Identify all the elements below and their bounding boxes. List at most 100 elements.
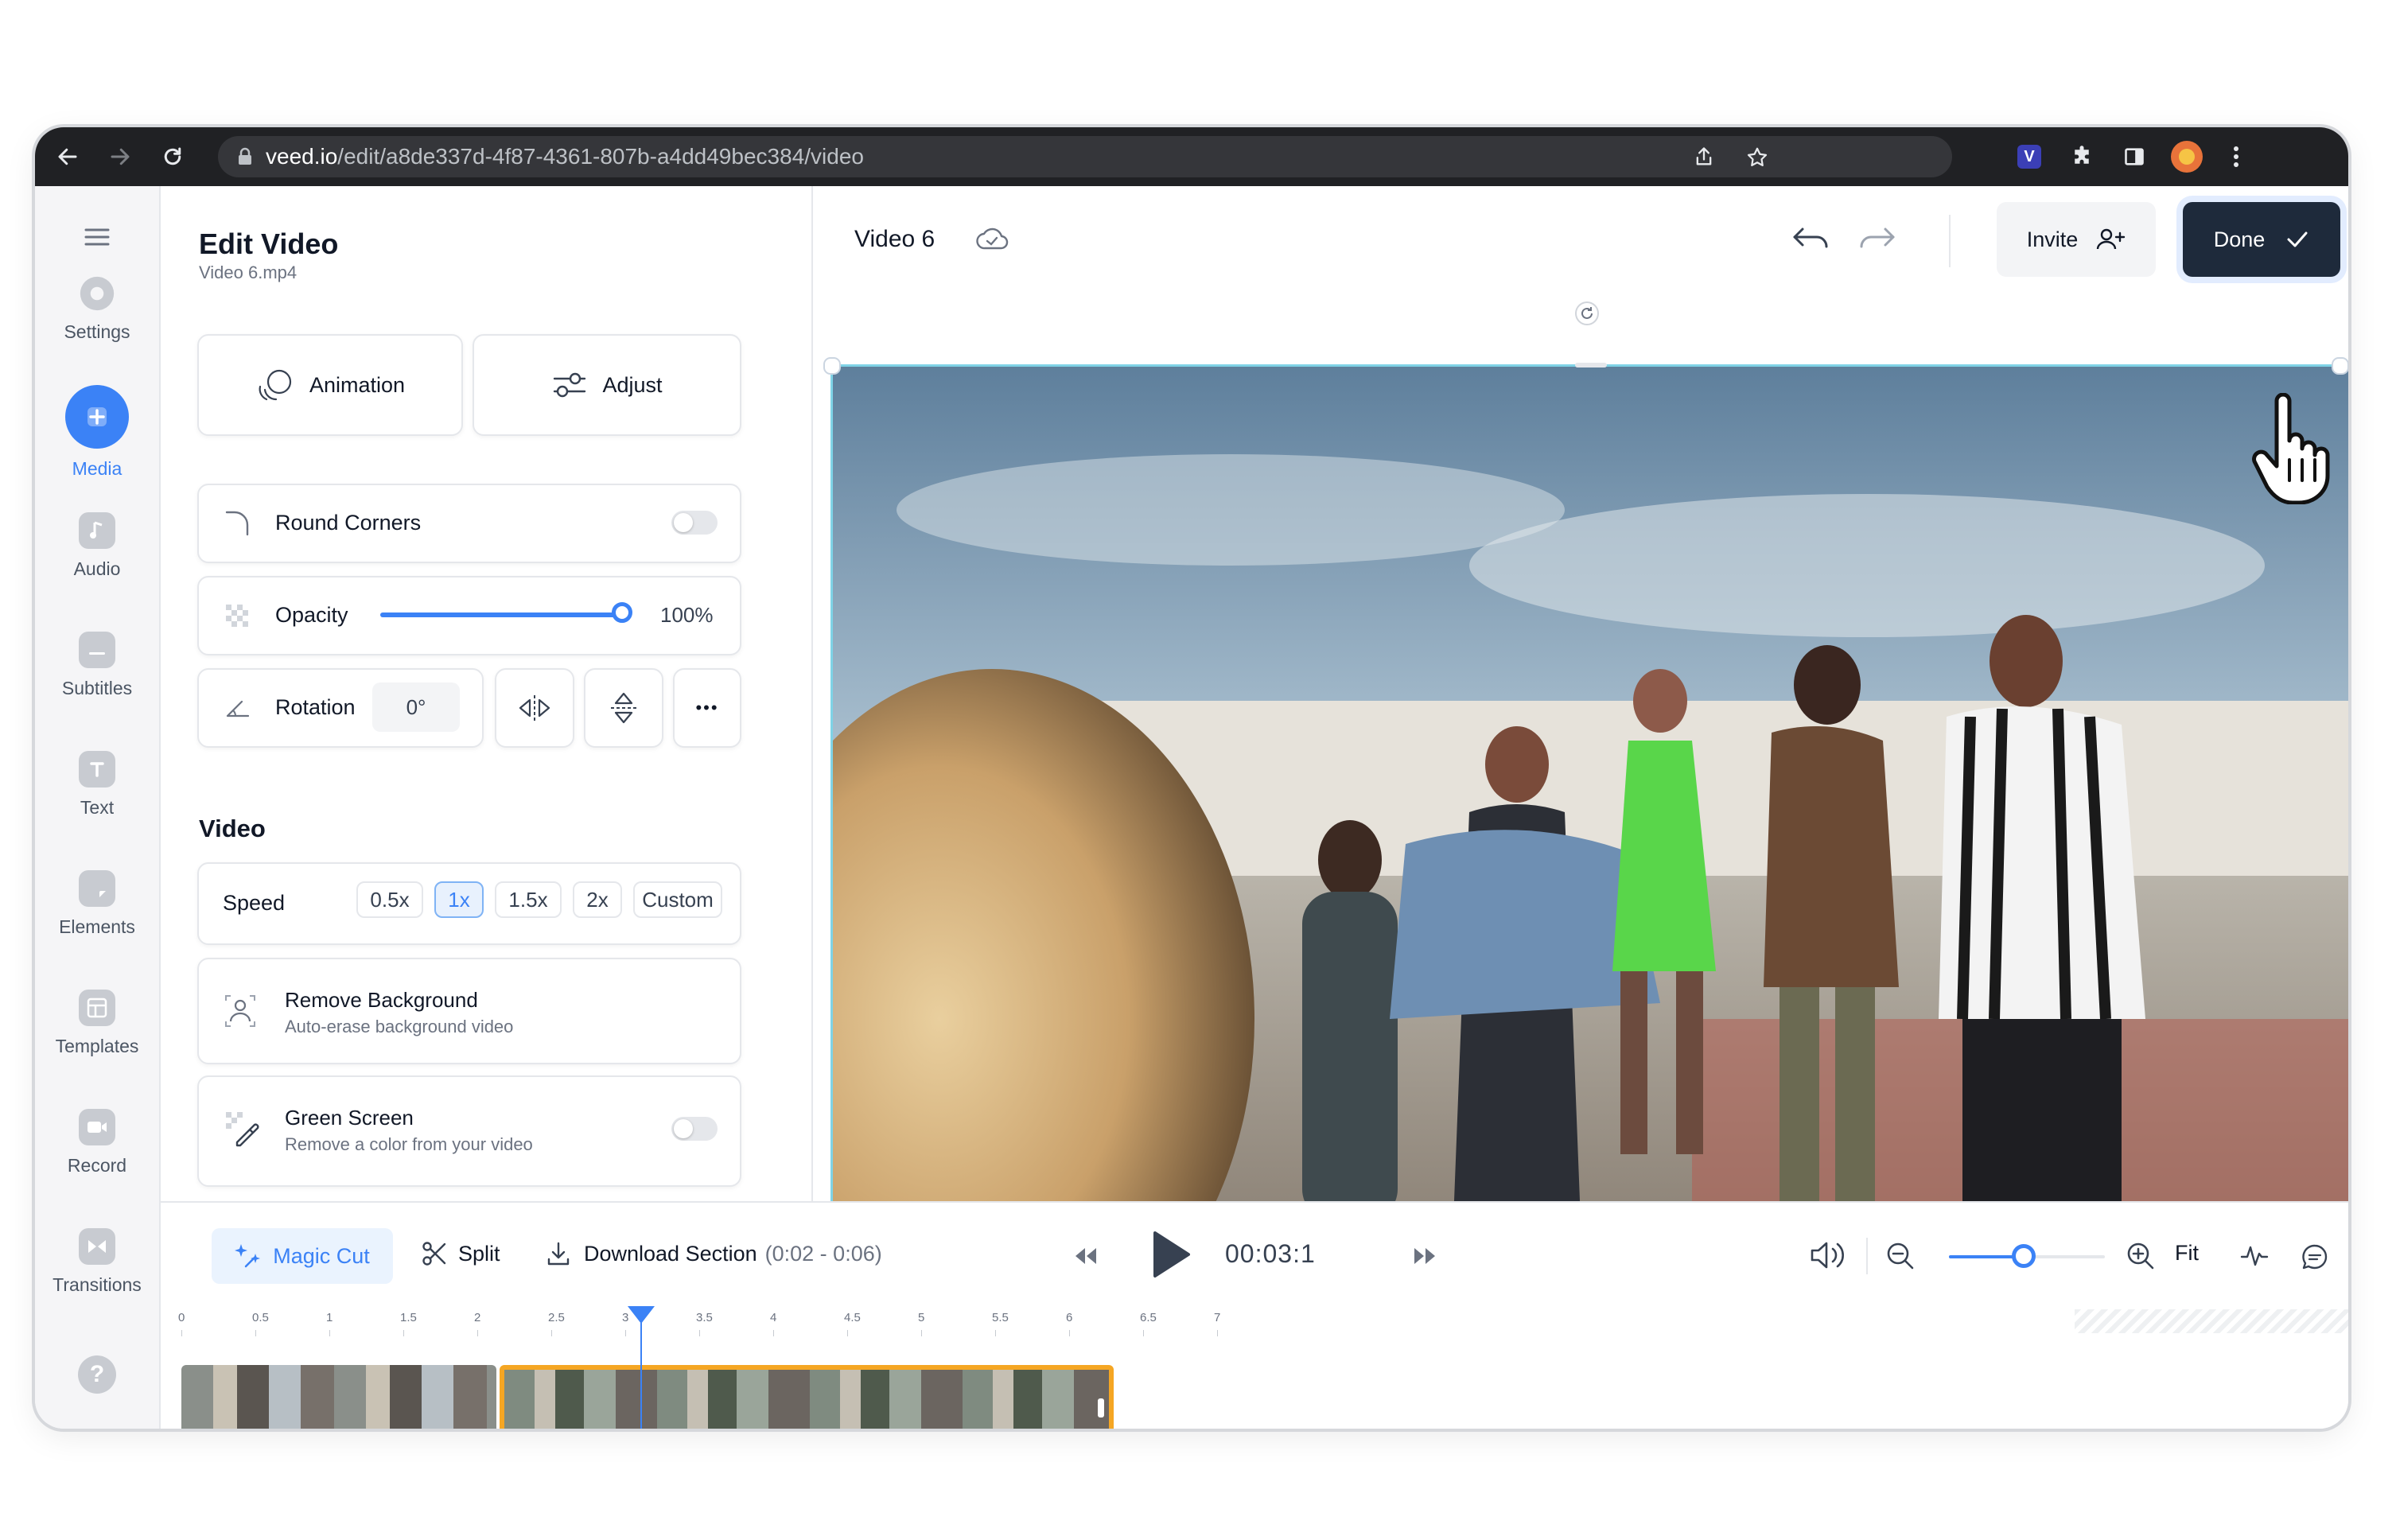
ruler-tick-mark <box>1069 1330 1070 1336</box>
undo-icon[interactable] <box>1791 224 1831 253</box>
rotate-handle-icon[interactable] <box>1574 301 1600 326</box>
opacity-slider-thumb[interactable] <box>612 602 632 623</box>
play-icon[interactable] <box>1150 1230 1192 1279</box>
playhead[interactable] <box>627 1306 655 1429</box>
download-section-button[interactable]: Download Section (0:02 - 0:06) <box>546 1241 882 1266</box>
comment-icon[interactable] <box>2301 1242 2329 1271</box>
sidebar-item-subtitles[interactable]: Subtitles <box>35 632 159 699</box>
timeline-ruler[interactable]: 0 0.5 1 1.5 2 2.5 3 3.5 4 4.5 5 5.5 6 6.5 7 <box>161 1306 2348 1338</box>
animation-button[interactable]: Animation <box>197 334 463 436</box>
ruler-tick-mark <box>181 1330 182 1336</box>
ruler-tick-label: 1 <box>326 1311 333 1324</box>
waveform-icon[interactable] <box>2240 1242 2269 1270</box>
resize-handle-top[interactable] <box>1575 363 1607 368</box>
url-host: veed.io <box>266 144 338 169</box>
extensions-puzzle-icon[interactable] <box>2065 140 2098 173</box>
scissors-icon <box>422 1241 447 1266</box>
opacity-slider-fill <box>380 612 622 617</box>
editor-header: Video 6 Invite Done <box>813 186 2348 290</box>
sidebar-item-record[interactable]: Record <box>35 1109 159 1176</box>
zoom-slider-thumb[interactable] <box>2012 1244 2036 1268</box>
address-bar[interactable]: veed.io/edit/a8de337d-4f87-4361-807b-a4d… <box>218 136 1952 177</box>
ruler-tick-mark <box>995 1330 996 1336</box>
split-button[interactable]: Split <box>422 1241 500 1266</box>
ruler-tick-mark <box>255 1330 256 1336</box>
playhead-marker-icon <box>627 1306 655 1324</box>
flip-vertical-button[interactable] <box>584 668 663 748</box>
video-canvas <box>813 290 2348 1229</box>
resize-handle-top-left[interactable] <box>823 357 841 375</box>
profile-avatar-icon[interactable] <box>2170 140 2203 173</box>
ruler-tick-mark <box>1217 1330 1218 1336</box>
fit-button[interactable]: Fit <box>2175 1241 2199 1266</box>
opacity-row: Opacity 100% <box>197 576 741 655</box>
opacity-slider[interactable] <box>380 602 632 623</box>
sidebar-item-text[interactable]: Text <box>35 751 159 819</box>
help-icon[interactable]: ? <box>78 1355 116 1394</box>
sidebar-item-elements[interactable]: Elements <box>35 870 159 938</box>
done-button[interactable]: Done <box>2183 202 2340 277</box>
speed-option-custom[interactable]: Custom <box>633 881 722 918</box>
clip-trim-handle[interactable] <box>1097 1398 1104 1418</box>
share-icon[interactable] <box>1693 146 1715 168</box>
rotation-input[interactable]: 0° <box>372 682 460 732</box>
video-clip[interactable] <box>181 1365 496 1429</box>
project-name[interactable]: Video 6 <box>854 226 935 253</box>
speed-option-2x[interactable]: 2x <box>573 881 622 918</box>
sidebar-item-transitions[interactable]: Transitions <box>35 1228 159 1296</box>
round-corners-toggle[interactable] <box>671 511 718 535</box>
more-options-button[interactable]: ••• <box>673 668 741 748</box>
invite-button[interactable]: Invite <box>1997 202 2156 277</box>
flip-horizontal-button[interactable] <box>495 668 574 748</box>
forward-arrow-icon[interactable] <box>103 140 137 173</box>
magic-cut-button[interactable]: Magic Cut <box>212 1228 393 1284</box>
record-icon <box>79 1109 115 1145</box>
sidebar-item-audio[interactable]: Audio <box>35 512 159 580</box>
zoom-slider[interactable] <box>1949 1244 2105 1268</box>
ruler-tick-label: 1.5 <box>400 1311 417 1324</box>
remove-background-title: Remove Background <box>285 988 478 1012</box>
ruler-tick-label: 2.5 <box>548 1311 565 1324</box>
sliders-icon <box>551 371 588 399</box>
speed-option-1.5x[interactable]: 1.5x <box>495 881 562 918</box>
side-panel-icon[interactable] <box>2118 140 2151 173</box>
download-icon <box>546 1241 571 1266</box>
volume-icon[interactable] <box>1809 1239 1847 1271</box>
edit-video-panel: Edit Video Video 6.mp4 Animation Adjust … <box>161 186 813 1201</box>
download-section-range: (0:02 - 0:06) <box>764 1241 882 1266</box>
skip-back-icon[interactable] <box>1072 1246 1098 1266</box>
speed-option-1x[interactable]: 1x <box>434 881 484 918</box>
back-arrow-icon[interactable] <box>51 140 84 173</box>
skip-forward-icon[interactable] <box>1413 1246 1438 1266</box>
browser-menu-icon[interactable] <box>2219 140 2253 173</box>
hamburger-menu-icon[interactable] <box>83 226 111 252</box>
green-screen-toggle[interactable] <box>671 1117 718 1141</box>
video-clip-selected[interactable] <box>499 1365 1114 1429</box>
add-user-icon <box>2095 227 2126 252</box>
sidebar-item-media[interactable]: Media <box>35 385 159 480</box>
sidebar-item-settings[interactable]: Settings <box>35 275 159 343</box>
remove-background-row[interactable]: Remove Background Auto-erase background … <box>197 958 741 1064</box>
sidebar-item-templates[interactable]: Templates <box>35 990 159 1057</box>
resize-handle-top-right[interactable] <box>2332 357 2348 375</box>
sidebar: Settings Media Audio Subtitles Text Elem… <box>35 186 161 1429</box>
zoom-out-icon[interactable] <box>1885 1241 1916 1271</box>
video-frame-image <box>833 367 2348 1216</box>
text-icon <box>79 751 115 788</box>
video-preview[interactable] <box>830 364 2348 1219</box>
browser-window: veed.io/edit/a8de337d-4f87-4361-807b-a4d… <box>35 127 2348 1429</box>
transitions-icon <box>79 1228 115 1265</box>
opacity-value[interactable]: 100% <box>660 603 714 628</box>
reload-icon[interactable] <box>156 140 189 173</box>
header-divider <box>1949 215 1951 267</box>
redo-icon[interactable] <box>1857 224 1896 253</box>
magic-sparkle-icon <box>235 1242 262 1270</box>
ruler-tick-label: 3.5 <box>696 1311 713 1324</box>
ruler-tick-label: 2 <box>474 1311 481 1324</box>
speed-option-0.5x[interactable]: 0.5x <box>356 881 423 918</box>
bookmark-star-icon[interactable] <box>1745 146 1769 169</box>
round-corners-label: Round Corners <box>275 511 422 535</box>
zoom-in-icon[interactable] <box>2126 1241 2156 1271</box>
adjust-button[interactable]: Adjust <box>473 334 741 436</box>
veed-extension-icon[interactable]: V <box>2013 140 2046 173</box>
